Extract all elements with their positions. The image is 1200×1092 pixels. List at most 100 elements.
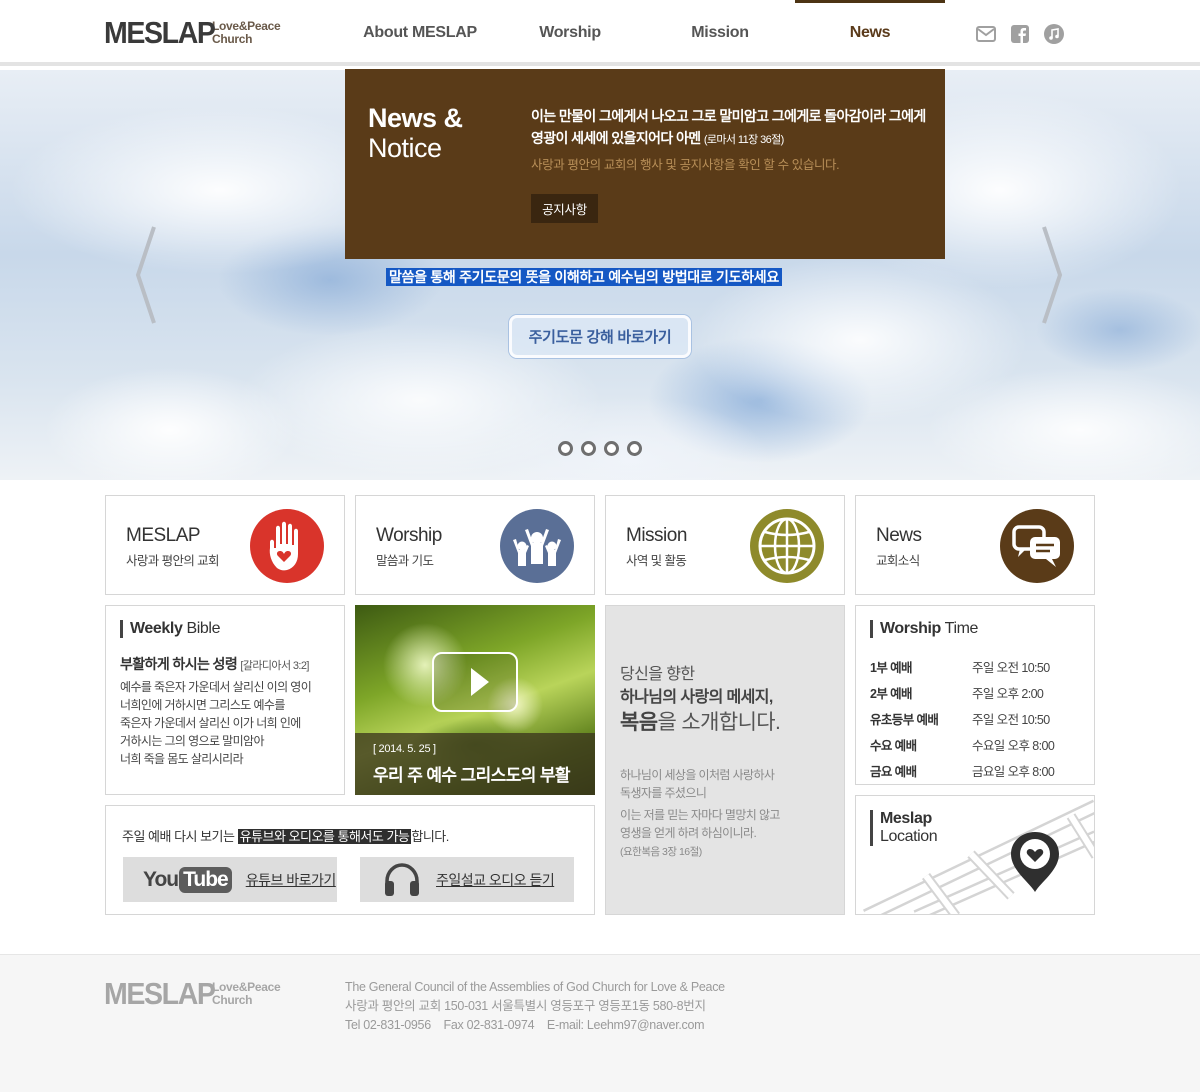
gospel-paragraph-2: 이는 저를 믿는 자마다 멸망치 않고 영생을 얻게 하려 하심이니라. xyxy=(620,806,830,842)
category-title: Mission xyxy=(626,525,687,546)
gospel-line-3-rest: 을 소개합니다. xyxy=(657,711,781,734)
worship-people-icon xyxy=(500,509,574,583)
music-icon[interactable] xyxy=(1044,24,1064,44)
gospel-paragraph-1: 하나님이 세상을 이처럼 사랑하사 독생자를 주셨으니 xyxy=(620,766,830,802)
footer-logo-subtitle: Love&Peace Church xyxy=(212,981,281,1007)
logo-text: MESLAP xyxy=(104,15,216,50)
service-time: 주일 오전 10:50 xyxy=(972,712,1050,727)
gospel-line-3: 복음을 소개합니다. xyxy=(620,706,781,736)
verse-line: 거하시는 그의 영으로 말미암아 xyxy=(120,734,265,748)
footer-info: The General Council of the Assemblies of… xyxy=(345,978,725,1035)
youtube-logo-you: You xyxy=(143,867,179,891)
mail-icon[interactable] xyxy=(976,24,996,44)
bible-title-text: 부활하게 하시는 성령 xyxy=(120,656,238,672)
service-name: 2부 예배 xyxy=(870,686,913,701)
replay-description: 주일 예배 다시 보기는 유튜브와 오디오를 통해서도 가능 합니다. xyxy=(122,826,449,845)
slide-dot[interactable] xyxy=(627,441,642,456)
replay-text-before: 주일 예배 다시 보기는 xyxy=(122,829,238,844)
youtube-logo-icon: You Tube xyxy=(143,866,232,893)
gospel-text-line: 이는 저를 믿는 자마다 멸망치 않고 xyxy=(620,808,780,822)
nav-about[interactable]: About MESLAP xyxy=(345,0,495,66)
youtube-button-label: 유튜브 바로가기 xyxy=(245,871,337,888)
prev-arrow-icon[interactable] xyxy=(134,225,158,325)
replay-text-after: 합니다. xyxy=(411,829,449,844)
verse-line: 너희인에 거하시면 그리스도 예수를 xyxy=(120,698,285,712)
audio-button[interactable]: 주일설교 오디오 듣기 xyxy=(360,857,574,902)
video-date: [ 2014. 5. 25 ] xyxy=(373,743,436,755)
gospel-box[interactable]: 당신을 향한 하나님의 사랑의 메세지, 복음을 소개합니다. 하나님이 세상을… xyxy=(605,605,845,915)
video-caption: [ 2014. 5. 25 ] 우리 주 예수 그리스도의 부활 xyxy=(355,733,595,795)
schedule-row: 2부 예배 주일 오후 2:00 xyxy=(870,679,1080,705)
service-time: 금요일 오후 8:00 xyxy=(972,764,1055,779)
sermon-replay-box: 주일 예배 다시 보기는 유튜브와 오디오를 통해서도 가능 합니다. You Tu… xyxy=(105,805,595,915)
youtube-logo-tube: Tube xyxy=(179,866,232,893)
globe-icon xyxy=(750,509,824,583)
sermon-video[interactable]: [ 2014. 5. 25 ] 우리 주 예수 그리스도의 부활 xyxy=(355,605,595,795)
category-card-news[interactable]: News 교회소식 xyxy=(855,495,1095,595)
replay-text-highlight: 유튜브와 오디오를 통해서도 가능 xyxy=(237,829,412,844)
verse-line: 죽은자 가운데서 살리신 이가 너희 인에 xyxy=(120,716,301,730)
weekly-bible-box: Weekly Bible 부활하게 하시는 성령 [갈라디아서 3:2] 예수를… xyxy=(105,605,345,795)
footer-logo[interactable]: MESLAP Love&Peace Church xyxy=(104,977,281,1011)
heading-light: Bible xyxy=(186,620,221,637)
gospel-reference: (요한복음 3장 16절) xyxy=(620,846,702,858)
slide-dot[interactable] xyxy=(581,441,596,456)
category-card-worship[interactable]: Worship 말씀과 기도 xyxy=(355,495,595,595)
heading-bold: Meslap xyxy=(880,810,932,827)
worship-time-heading: Worship Time xyxy=(870,620,978,638)
worship-time-box: Worship Time 1부 예배 주일 오전 10:50 2부 예배 주일 오후… xyxy=(855,605,1095,785)
gospel-line-1: 당신을 향한 xyxy=(620,666,695,683)
category-subtitle: 사랑과 평안의 교회 xyxy=(126,554,220,568)
gospel-line-2: 하나님의 사랑의 메세지, xyxy=(620,689,773,706)
bible-title[interactable]: 부활하게 하시는 성령 [갈라디아서 3:2] xyxy=(120,654,309,674)
category-title: Worship xyxy=(376,525,442,546)
service-name: 1부 예배 xyxy=(870,660,913,675)
footer-org-name: The General Council of the Assemblies of… xyxy=(345,980,725,994)
slide-dot[interactable] xyxy=(558,441,573,456)
location-heading: Meslap Location xyxy=(870,810,938,846)
heading-light: Time xyxy=(944,620,979,637)
location-box[interactable]: Meslap Location xyxy=(855,795,1095,915)
lords-prayer-button[interactable]: 주기도문 강해 바로가기 xyxy=(509,315,691,358)
gospel-text-line: 영생을 얻게 하려 하심이니라. xyxy=(620,826,757,840)
heading-light: Location xyxy=(880,828,938,845)
schedule-row: 수요 예배 수요일 오후 8:00 xyxy=(870,731,1080,757)
nav-news[interactable]: News xyxy=(795,0,945,66)
category-title: News xyxy=(876,525,922,546)
verse-line: 예수를 죽은자 가운데서 살리신 이의 영이 xyxy=(120,680,312,694)
category-subtitle: 말씀과 기도 xyxy=(376,554,434,568)
youtube-button[interactable]: You Tube 유튜브 바로가기 xyxy=(123,857,337,902)
category-subtitle: 사역 및 활동 xyxy=(626,554,687,568)
service-name: 금요 예배 xyxy=(870,764,917,779)
main-nav: About MESLAP Worship Mission News xyxy=(345,0,945,66)
notice-button[interactable]: 공지사항 xyxy=(531,194,598,223)
category-title: MESLAP xyxy=(126,525,201,546)
logo-subtitle: Love&Peace Church xyxy=(212,20,281,46)
service-time: 수요일 오후 8:00 xyxy=(972,738,1055,753)
category-card-mission[interactable]: Mission 사역 및 활동 xyxy=(605,495,845,595)
footer: MESLAP Love&Peace Church The General Cou… xyxy=(0,954,1200,1092)
nav-mission[interactable]: Mission xyxy=(645,0,795,66)
footer-contact: Tel 02-831-0956 Fax 02-831-0974 E-mail: … xyxy=(345,1018,705,1032)
dropdown-description: 사랑과 평안의 교회의 행사 및 공지사항을 확인 할 수 있습니다. xyxy=(531,158,840,172)
service-time: 주일 오전 10:50 xyxy=(972,660,1050,675)
nav-worship[interactable]: Worship xyxy=(495,0,645,66)
logo-sub-line-2: Church xyxy=(212,32,253,46)
facebook-icon[interactable] xyxy=(1010,24,1030,44)
hand-heart-icon xyxy=(250,509,324,583)
slide-dot[interactable] xyxy=(604,441,619,456)
play-icon[interactable] xyxy=(432,652,518,712)
category-subtitle: 교회소식 xyxy=(876,554,920,568)
hero-highlight-text: 말씀을 통해 주기도문의 뜻을 이해하고 예수님의 방법대로 기도하세요 xyxy=(386,268,782,286)
footer-logo-sub-line-2: Church xyxy=(212,993,253,1007)
header: MESLAP Love&Peace Church About MESLAP Wo… xyxy=(0,0,1200,66)
logo[interactable]: MESLAP Love&Peace Church xyxy=(104,15,281,50)
footer-address: 사랑과 평안의 교회 150-031 서울특별시 영등포구 영등포1동 580-… xyxy=(345,999,706,1013)
video-title: 우리 주 예수 그리스도의 부활 xyxy=(373,766,571,785)
schedule-row: 유초등부 예배 주일 오전 10:50 xyxy=(870,705,1080,731)
quote-reference: (로마서 11장 36절) xyxy=(703,134,785,146)
map-pin-icon[interactable] xyxy=(1009,830,1061,894)
category-card-meslap[interactable]: MESLAP 사랑과 평안의 교회 xyxy=(105,495,345,595)
worship-schedule: 1부 예배 주일 오전 10:50 2부 예배 주일 오후 2:00 유초등부 예배… xyxy=(870,653,1080,783)
next-arrow-icon[interactable] xyxy=(1040,225,1064,325)
